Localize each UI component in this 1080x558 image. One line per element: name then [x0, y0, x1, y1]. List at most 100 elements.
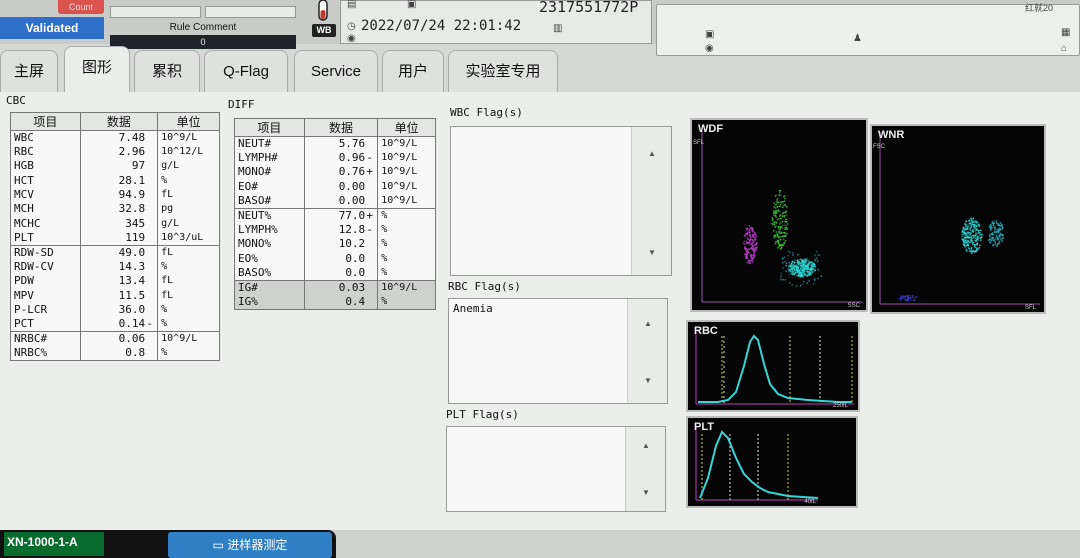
- diff-row[interactable]: IG% 0.4%: [234, 294, 436, 310]
- tab-cumulative[interactable]: 累积: [134, 50, 200, 92]
- cbc-row[interactable]: RDW-CV 14.3%: [10, 259, 220, 275]
- cbc-unit: %: [157, 345, 220, 361]
- cbc-value-cell: 49.0: [79, 244, 159, 260]
- cbc-row[interactable]: NRBC% 0.8%: [10, 345, 220, 361]
- diff-unit: 10^9/L: [377, 136, 436, 151]
- diff-unit: %: [377, 251, 436, 266]
- cbc-row[interactable]: PDW 13.4 fL: [10, 274, 220, 289]
- cbc-value: 14.3: [118, 259, 146, 273]
- diff-row[interactable]: BASO# 0.00 10^9/L: [234, 193, 436, 209]
- rbc-flag-scrollbar[interactable]: ▲ ▼: [627, 299, 667, 403]
- cbc-row[interactable]: HGB 97 g/L: [10, 159, 220, 174]
- scroll-down-icon[interactable]: ▼: [648, 248, 656, 257]
- scroll-up-icon[interactable]: ▲: [648, 149, 656, 158]
- sample-id: 2317551772P: [539, 0, 639, 16]
- diff-value: 0.96: [338, 151, 366, 165]
- diff-value-cell: 0.03: [303, 279, 379, 295]
- diff-value-cell: 0.00: [303, 179, 379, 194]
- tab-qflag[interactable]: Q-Flag: [204, 50, 288, 92]
- cbc-value: 0.14: [118, 316, 146, 330]
- plt-flag-scrollbar[interactable]: ▲ ▼: [625, 427, 665, 511]
- diff-row[interactable]: NEUT# 5.76 10^9/L: [234, 136, 436, 151]
- wdf-scattergram[interactable]: WDF SFL SSC: [690, 118, 868, 312]
- tab-laboratory[interactable]: 实验室专用: [448, 50, 558, 92]
- cbc-row[interactable]: NRBC# 0.06 10^9/L: [10, 330, 220, 346]
- tab-user[interactable]: 用户: [382, 50, 444, 92]
- diff-row[interactable]: MONO% 10.2%: [234, 237, 436, 252]
- cbc-item: NRBC%: [10, 345, 81, 361]
- count-button[interactable]: Count: [58, 0, 104, 14]
- cbc-value: 97: [131, 159, 146, 173]
- scroll-up-icon[interactable]: ▲: [644, 319, 652, 328]
- diff-row[interactable]: EO# 0.00 10^9/L: [234, 179, 436, 194]
- wdf-mono-cluster: [742, 225, 758, 265]
- tab-service[interactable]: Service: [294, 50, 378, 92]
- cbc-value-cell: 36.0: [79, 302, 159, 317]
- tab-graphics[interactable]: 图形: [64, 46, 130, 96]
- cbc-value-cell: 28.1: [79, 173, 159, 188]
- person-icon: ♟: [853, 33, 862, 44]
- plt-histogram[interactable]: PLT 40fL: [686, 416, 858, 508]
- diff-value-cell: 77.0+: [303, 207, 379, 223]
- diff-flag: -: [366, 223, 373, 237]
- diff-item: BASO%: [234, 265, 305, 281]
- tab-main[interactable]: 主屏: [0, 50, 58, 92]
- cbc-row[interactable]: RDW-SD 49.0 fL: [10, 244, 220, 260]
- analyzer-model-name[interactable]: XN-1000-1-A: [4, 532, 104, 556]
- calendar-icon: ▤: [347, 0, 357, 10]
- cbc-row[interactable]: PCT 0.14-%: [10, 316, 220, 332]
- diff-unit: %: [377, 294, 436, 310]
- rbc-histogram[interactable]: RBC 250fL: [686, 320, 860, 412]
- wbc-flag-box[interactable]: ▲ ▼: [450, 126, 672, 276]
- blank-field-2: [205, 6, 296, 18]
- diff-value-cell: 12.8-: [303, 222, 379, 238]
- cbc-row[interactable]: MCH 32.8 pg: [10, 202, 220, 217]
- cbc-unit: g/L: [157, 216, 220, 231]
- diff-item: NEUT%: [234, 207, 305, 223]
- diff-unit: 10^9/L: [377, 179, 436, 194]
- scroll-up-icon[interactable]: ▲: [642, 441, 650, 450]
- cbc-row[interactable]: MCHC 345 g/L: [10, 216, 220, 231]
- cbc-item: PCT: [10, 316, 81, 332]
- sample-info-panel: ▤ ▣ ◷ ◉ 2022/07/24 22:01:42 ▥ 2317551772…: [340, 0, 652, 44]
- cbc-row[interactable]: HCT 28.1%: [10, 173, 220, 188]
- cbc-row[interactable]: WBC 7.48 10^9/L: [10, 130, 220, 145]
- diff-row[interactable]: NEUT% 77.0+%: [234, 207, 436, 223]
- diff-row[interactable]: LYMPH# 0.96- 10^9/L: [234, 151, 436, 166]
- diff-header-unit: 单位: [377, 118, 436, 137]
- diff-row[interactable]: MONO# 0.76+ 10^9/L: [234, 165, 436, 180]
- sampler-measure-button[interactable]: ▭ 进样器测定: [168, 532, 332, 558]
- diff-row[interactable]: IG# 0.03 10^9/L: [234, 279, 436, 295]
- plt-flag-box[interactable]: ▲ ▼: [446, 426, 666, 512]
- wbc-flag-scrollbar[interactable]: ▲ ▼: [631, 127, 671, 275]
- diff-title: DIFF: [228, 98, 255, 111]
- cbc-row[interactable]: P-LCR 36.0%: [10, 302, 220, 317]
- cbc-header-unit: 单位: [157, 112, 220, 131]
- cbc-row[interactable]: RBC 2.96 10^12/L: [10, 145, 220, 160]
- diff-item: LYMPH#: [234, 151, 305, 166]
- cbc-row[interactable]: PLT 119 10^3/uL: [10, 230, 220, 246]
- diff-row[interactable]: LYMPH% 12.8-%: [234, 222, 436, 238]
- cbc-unit: 10^3/uL: [157, 230, 220, 246]
- cbc-row[interactable]: MPV 11.5 fL: [10, 288, 220, 303]
- cbc-value: 32.8: [118, 202, 146, 216]
- cbc-unit: fL: [157, 274, 220, 289]
- cbc-row[interactable]: MCV 94.9 fL: [10, 187, 220, 203]
- scroll-down-icon[interactable]: ▼: [644, 376, 652, 385]
- cbc-item: MCH: [10, 202, 81, 217]
- cbc-value-cell: 13.4: [79, 274, 159, 289]
- cbc-item: P-LCR: [10, 302, 81, 317]
- analyzer-status-panel: XN-1000-1-A ▭ 进样器测定: [0, 530, 336, 558]
- scroll-down-icon[interactable]: ▼: [642, 488, 650, 497]
- diff-unit: %: [377, 222, 436, 238]
- rbc-flag-box[interactable]: Anemia ▲ ▼: [448, 298, 668, 404]
- diff-value: 12.8: [338, 223, 366, 237]
- diff-unit: %: [377, 207, 436, 223]
- cbc-value: 28.1: [118, 173, 146, 187]
- diff-header-value: 数据: [303, 118, 379, 137]
- wnr-scattergram[interactable]: WNR FSC SFL: [870, 124, 1046, 314]
- diff-row[interactable]: EO% 0.0%: [234, 251, 436, 266]
- wb-mode-badge: WB: [312, 24, 336, 37]
- diff-row[interactable]: BASO% 0.0%: [234, 265, 436, 281]
- validated-status[interactable]: Validated: [0, 17, 104, 39]
